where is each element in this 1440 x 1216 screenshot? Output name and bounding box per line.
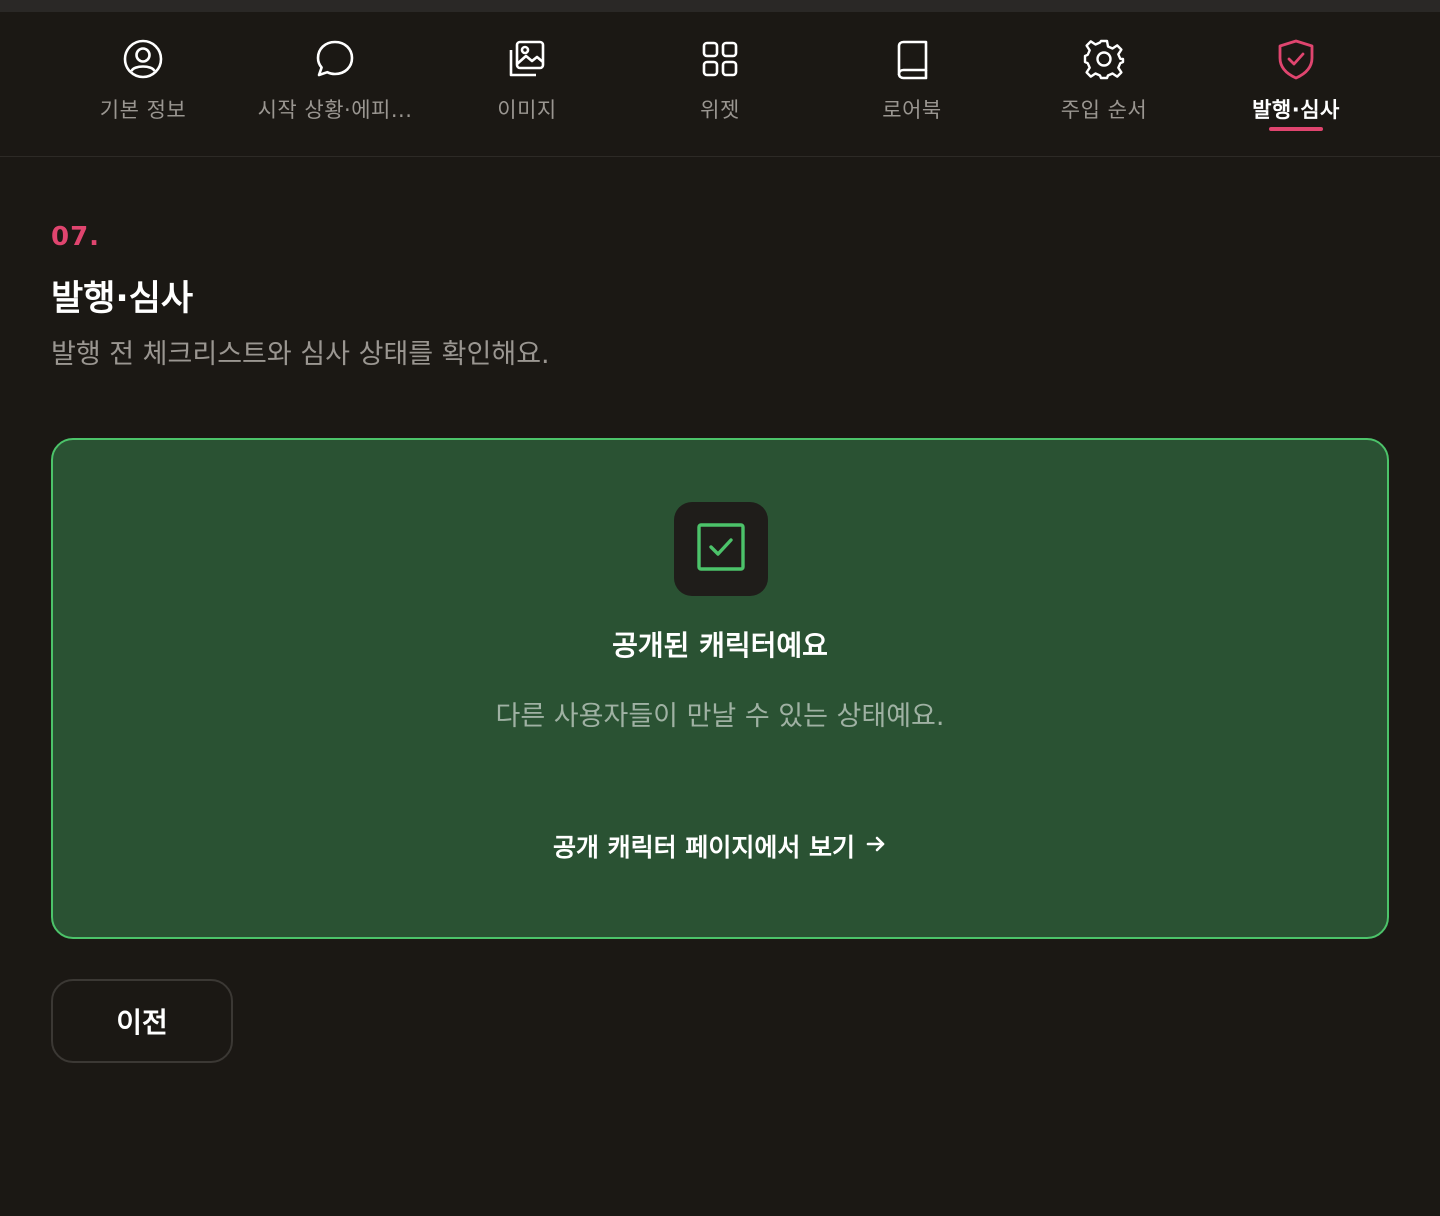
window-top-strip <box>0 0 1440 12</box>
tab-label: 주입 순서 <box>1060 98 1148 122</box>
page-title: 발행·심사 <box>51 279 194 319</box>
tab-label: 이미지 <box>497 98 557 122</box>
active-tab-indicator <box>1269 127 1323 131</box>
view-public-page-link[interactable]: 공개 캐릭터 페이지에서 보기 <box>53 828 1387 864</box>
tab-label: 위젯 <box>700 98 740 122</box>
tab-injection-order[interactable]: 주입 순서 <box>1008 12 1200 157</box>
tab-widgets[interactable]: 위젯 <box>624 12 816 157</box>
shield-check-icon <box>1275 38 1317 80</box>
images-icon <box>506 38 548 80</box>
tab-basic-info[interactable]: 기본 정보 <box>47 12 239 157</box>
checkbox-check-icon <box>697 523 745 575</box>
status-title: 공개된 캐릭터예요 <box>612 629 828 662</box>
tab-lorebook[interactable]: 로어북 <box>816 12 1008 157</box>
tab-label: 시작 상황·에피... <box>257 98 413 122</box>
status-card: 공개된 캐릭터예요 다른 사용자들이 만날 수 있는 상태예요. 공개 캐릭터 … <box>51 438 1389 939</box>
link-label: 공개 캐릭터 페이지에서 보기 <box>552 833 856 862</box>
tab-start-situation[interactable]: 시작 상황·에피... <box>239 12 431 157</box>
tab-publish-review[interactable]: 발행·심사 <box>1200 12 1392 157</box>
gear-icon <box>1083 38 1125 80</box>
prev-button[interactable]: 이전 <box>51 979 233 1063</box>
chat-bubble-icon <box>314 38 356 80</box>
step-number: 07. <box>51 222 101 252</box>
status-description: 다른 사용자들이 만날 수 있는 상태예요. <box>495 701 945 732</box>
tab-label: 발행·심사 <box>1252 98 1340 122</box>
page-subtitle: 발행 전 체크리스트와 심사 상태를 확인해요. <box>51 339 550 370</box>
user-circle-icon <box>122 38 164 80</box>
tab-images[interactable]: 이미지 <box>431 12 623 157</box>
arrow-right-icon <box>865 832 887 861</box>
status-icon-box <box>674 502 768 596</box>
grid-icon <box>699 38 741 80</box>
tab-label: 기본 정보 <box>99 98 187 122</box>
tab-label: 로어북 <box>882 98 942 122</box>
step-tabs: 기본 정보 시작 상황·에피... 이미지 위젯 로어북 주입 순서 발행·심사 <box>0 12 1440 157</box>
book-icon <box>891 38 933 80</box>
